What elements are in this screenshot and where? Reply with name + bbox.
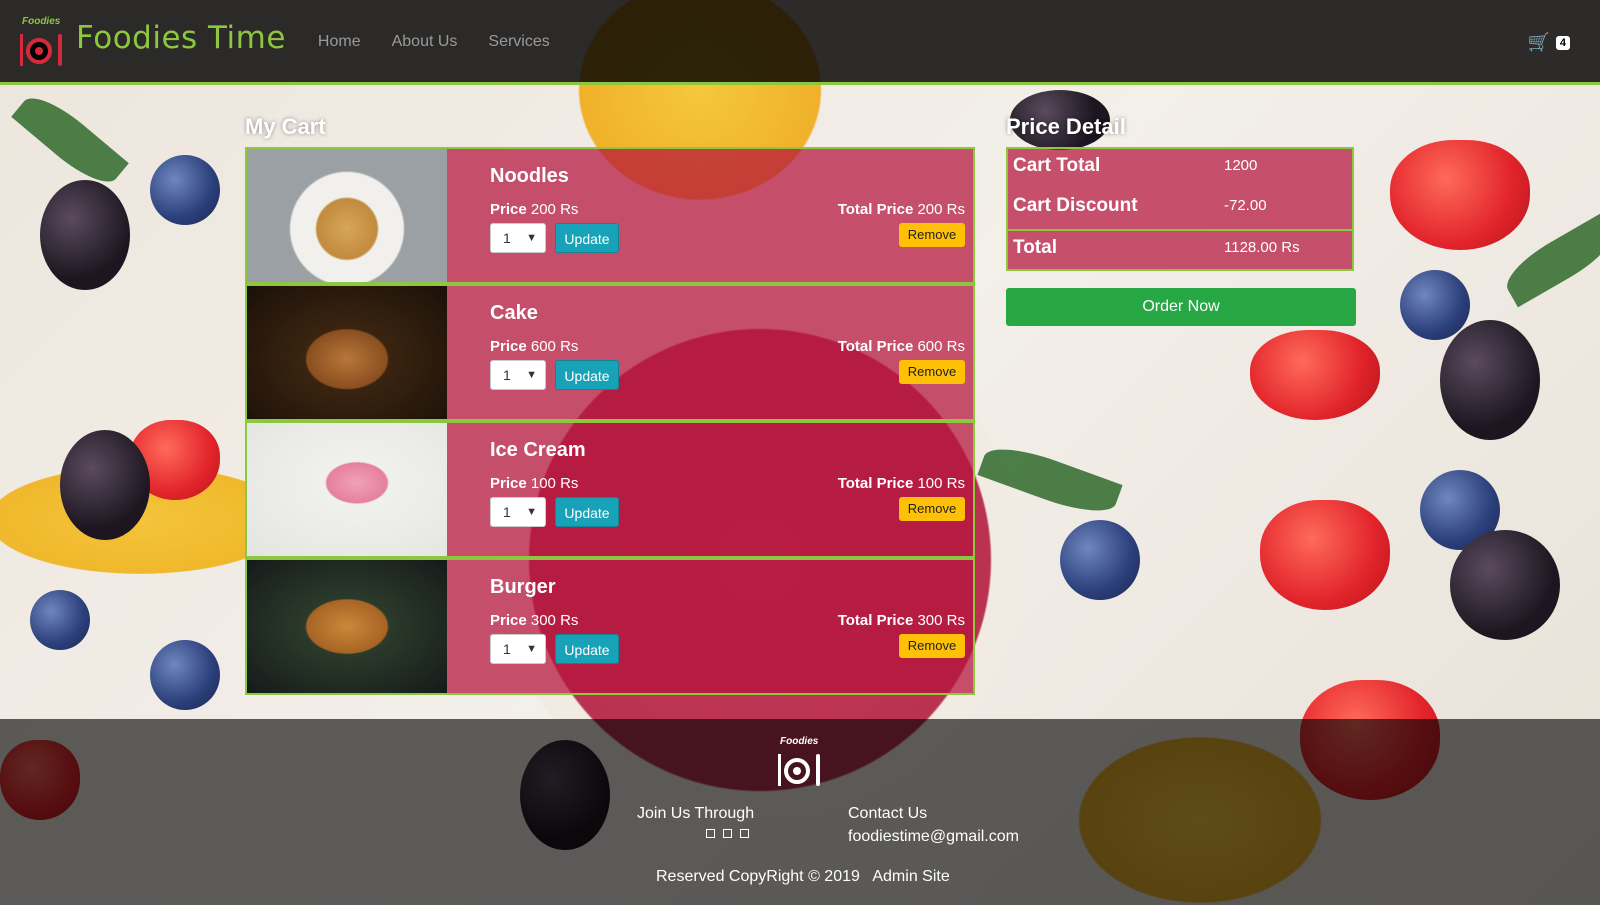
chevron-down-icon: ▼ [526,643,537,655]
cart-total-row: Cart Total 1200 [1008,149,1352,189]
shopping-cart-icon[interactable]: 🛒 [1527,32,1549,53]
chevron-down-icon: ▼ [526,369,537,381]
remove-button[interactable]: Remove [899,497,965,521]
footer-logo-text: Foodies [780,736,819,747]
social-icon[interactable] [706,829,715,838]
cart-link[interactable]: 🛒 4 [1527,32,1570,53]
social-icon[interactable] [740,829,749,838]
item-price: Price 600 Rs [490,338,579,355]
cart-discount-value: -72.00 [1224,197,1267,214]
burger-image [247,560,447,693]
contact-us-title: Contact Us [848,805,928,822]
item-price: Price 100 Rs [490,475,579,492]
nav-links: Home About Us Services [318,33,581,51]
update-button[interactable]: Update [555,497,619,527]
fork-icon [20,34,23,66]
cart-list: Noodles Price 200 Rs 1 ▼ Update Total Pri… [245,147,975,695]
item-total-price: Total Price 100 Rs [837,475,965,492]
cart-item: Noodles Price 200 Rs 1 ▼ Update Total Pri… [245,147,975,284]
cake-image [247,286,447,419]
quantity-select[interactable]: 1 ▼ [490,634,546,664]
social-links [706,829,749,838]
nav-about-us[interactable]: About Us [392,33,458,51]
chevron-down-icon: ▼ [526,506,537,518]
my-cart-title: My Cart [245,114,326,139]
logo-text: Foodies [22,16,61,27]
navbar: Foodies Foodies Time Home About Us Servi… [0,0,1600,85]
brand-name[interactable]: Foodies Time [76,20,286,56]
brand[interactable]: Foodies Foodies Time [20,16,286,66]
quantity-select[interactable]: 1 ▼ [490,360,546,390]
item-price: Price 200 Rs [490,201,579,218]
knife-icon [58,34,62,66]
total-row: Total 1128.00 Rs [1008,229,1352,269]
fork-icon [778,754,781,786]
ice-cream-image [247,423,447,556]
order-now-button[interactable]: Order Now [1006,288,1356,326]
copyright: Reserved CopyRight © 2019 Admin Site [656,868,950,886]
copyright-text: Reserved CopyRight © 2019 [656,868,860,885]
plate-icon [26,38,52,64]
footer-logo: Foodies [778,736,822,786]
item-name: Ice Cream [490,439,586,461]
contact-email[interactable]: foodiestime@gmail.com [848,828,1019,846]
cart-total-value: 1200 [1224,157,1258,174]
item-name: Burger [490,576,556,598]
join-us-text: Join Us Through [637,805,755,822]
remove-button[interactable]: Remove [899,634,965,658]
item-total-price: Total Price 200 Rs [837,201,965,218]
total-value: 1128.00 Rs [1224,239,1300,256]
cart-discount-label: Cart Discount [1013,195,1138,216]
remove-button[interactable]: Remove [899,360,965,384]
cart-total-label: Cart Total [1013,155,1101,176]
update-button[interactable]: Update [555,360,619,390]
nav-home[interactable]: Home [318,33,361,51]
update-button[interactable]: Update [555,634,619,664]
price-detail-box: Cart Total 1200 Cart Discount -72.00 Tot… [1006,147,1354,271]
total-label: Total [1013,237,1057,258]
social-icon[interactable] [723,829,732,838]
item-name: Cake [490,302,538,324]
price-detail-title: Price Detail [1006,114,1126,139]
cart-count-badge: 4 [1555,35,1570,50]
item-total-price: Total Price 600 Rs [837,338,965,355]
cart-item: Ice Cream Price 100 Rs 1 ▼ Update Total P… [245,421,975,558]
cart-item: Burger Price 300 Rs 1 ▼ Update Total Pric… [245,558,975,695]
update-button[interactable]: Update [555,223,619,253]
nav-services[interactable]: Services [488,33,549,51]
quantity-select[interactable]: 1 ▼ [490,497,546,527]
plate-icon [784,758,810,784]
footer: Foodies Join Us Through Contact Us foodi… [0,719,1600,905]
cart-discount-row: Cart Discount -72.00 [1008,189,1352,229]
knife-icon [816,754,820,786]
item-price: Price 300 Rs [490,612,579,629]
noodles-image [247,149,447,282]
quantity-select[interactable]: 1 ▼ [490,223,546,253]
chevron-down-icon: ▼ [526,232,537,244]
remove-button[interactable]: Remove [899,223,965,247]
item-total-price: Total Price 300 Rs [837,612,965,629]
item-name: Noodles [490,165,569,187]
foodies-logo: Foodies [20,16,64,66]
cart-item: Cake Price 600 Rs 1 ▼ Update Total Price … [245,284,975,421]
admin-site-link[interactable]: Admin Site [872,868,949,885]
